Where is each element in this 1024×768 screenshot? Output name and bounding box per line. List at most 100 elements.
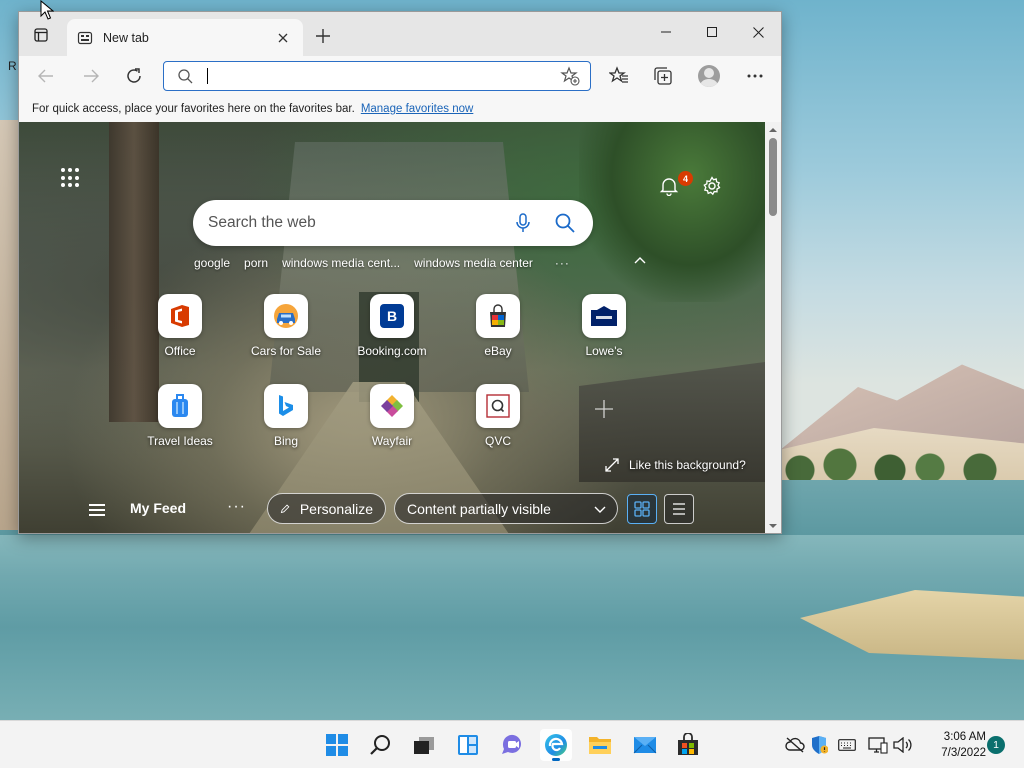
store-button[interactable] (672, 729, 704, 761)
quick-link-travel-ideas[interactable]: Travel Ideas (135, 384, 225, 448)
suggestion-item[interactable]: windows media cent... (282, 256, 400, 272)
browser-toolbar (19, 56, 781, 96)
tab-close-button[interactable] (273, 28, 293, 48)
plus-icon (595, 400, 613, 418)
teams-chat-icon (502, 734, 521, 754)
bell-icon (659, 178, 679, 197)
new-tab-page-icon (77, 31, 93, 44)
grid-view-button[interactable] (627, 494, 657, 524)
refresh-button[interactable] (119, 61, 149, 91)
new-tab-page: 4 Search the web google porn windows med… (19, 122, 765, 533)
feed-toolbar: My Feed ··· Personalize Content partiall… (19, 492, 765, 533)
task-view-button[interactable] (408, 729, 440, 761)
quick-link-label: eBay (484, 344, 512, 358)
page-settings-button[interactable] (702, 176, 722, 201)
feed-more-button[interactable]: ··· (227, 498, 246, 516)
forward-button[interactable] (76, 61, 106, 91)
quick-link-wayfair[interactable]: Wayfair (347, 384, 437, 448)
onedrive-offline-tray[interactable] (785, 735, 805, 755)
gear-icon (703, 176, 721, 196)
volume-tray[interactable] (893, 735, 913, 755)
maximize-icon (707, 27, 717, 37)
address-bar[interactable] (163, 61, 591, 91)
edge-icon (545, 734, 567, 756)
luggage-icon (158, 384, 202, 428)
quick-link-office[interactable]: Office (135, 294, 225, 358)
back-button[interactable] (31, 61, 61, 91)
notifications-button[interactable] (659, 176, 679, 201)
favorites-bar-message: For quick access, place your favorites h… (32, 103, 355, 115)
text-caret (207, 68, 208, 84)
suggestion-item[interactable]: porn (244, 256, 268, 272)
favorites-button[interactable] (604, 61, 634, 91)
collections-button[interactable] (648, 61, 678, 91)
expand-diagonal-icon (605, 458, 619, 472)
favorites-star-icon (609, 66, 628, 83)
scroll-down-icon[interactable] (769, 522, 777, 530)
profile-button[interactable] (694, 61, 724, 91)
new-tab-button[interactable] (311, 24, 335, 48)
manage-favorites-link[interactable]: Manage favorites now (361, 103, 474, 115)
start-icon (326, 734, 348, 756)
feed-menu-button[interactable] (89, 504, 105, 516)
suggestion-item[interactable]: google (194, 256, 230, 272)
edge-taskbar-button[interactable] (540, 729, 572, 761)
app-launcher-button[interactable] (61, 168, 81, 188)
close-icon (278, 33, 288, 42)
add-quick-link-button[interactable] (593, 400, 615, 422)
avatar (698, 65, 720, 87)
desktop-left-edge (0, 120, 18, 530)
tab-actions-button[interactable] (27, 24, 55, 46)
svg-text:B: B (387, 308, 397, 324)
list-view-button[interactable] (664, 494, 694, 524)
notification-center-badge[interactable]: 1 (987, 736, 1005, 754)
quick-link-cars-for-sale[interactable]: Cars for Sale (241, 294, 331, 358)
more-suggestions-button[interactable]: ··· (555, 256, 570, 272)
web-search-box[interactable]: Search the web (193, 200, 593, 246)
content-visibility-dropdown[interactable]: Content partially visible (394, 493, 618, 524)
quick-link-label: Booking.com (357, 344, 427, 358)
quick-link-booking[interactable]: B Booking.com (347, 294, 437, 358)
tab-title: New tab (103, 30, 149, 45)
tab-new-tab[interactable]: New tab (67, 19, 303, 56)
scroll-up-icon[interactable] (769, 126, 777, 134)
page-scrollbar[interactable] (765, 122, 781, 533)
search-submit-button[interactable] (551, 209, 579, 237)
close-window-button[interactable] (735, 12, 781, 52)
minimize-button[interactable] (643, 12, 689, 52)
voice-search-button[interactable] (509, 209, 537, 237)
minimize-icon (661, 31, 671, 33)
settings-more-button[interactable] (740, 61, 770, 91)
quick-link-ebay[interactable]: eBay (453, 294, 543, 358)
widgets-button[interactable] (452, 729, 484, 761)
keyboard-tray[interactable] (837, 735, 857, 755)
maximize-button[interactable] (689, 12, 735, 52)
mail-button[interactable] (629, 729, 661, 761)
grid-view-icon (634, 501, 650, 517)
scrollbar-thumb[interactable] (769, 138, 777, 216)
qvc-icon (476, 384, 520, 428)
teams-chat-button[interactable] (496, 729, 528, 761)
quick-link-qvc[interactable]: QVC (453, 384, 543, 448)
taskbar-clock[interactable]: 3:06 AM 7/3/2022 (918, 729, 986, 761)
mouse-cursor-icon (40, 0, 54, 20)
trending-searches: google porn windows media cent... window… (194, 256, 570, 272)
security-tray[interactable] (809, 735, 829, 755)
suggestion-item[interactable]: windows media center (414, 256, 533, 272)
collections-icon (654, 67, 672, 85)
personalize-button[interactable]: Personalize (267, 493, 386, 524)
taskbar-search-button[interactable] (365, 729, 397, 761)
collapse-button[interactable] (633, 254, 647, 268)
quick-link-lowes[interactable]: Lowe's (559, 294, 649, 358)
more-horizontal-icon (747, 74, 763, 78)
my-feed-label[interactable]: My Feed (130, 500, 186, 516)
shield-warning-icon (812, 736, 828, 754)
file-explorer-button[interactable] (584, 729, 616, 761)
favorites-bar: For quick access, place your favorites h… (19, 96, 781, 122)
quick-link-bing[interactable]: Bing (241, 384, 331, 448)
network-tray[interactable] (868, 735, 888, 755)
like-background-button[interactable]: Like this background? (605, 458, 746, 472)
start-button[interactable] (321, 729, 353, 761)
tab-actions-icon (34, 28, 48, 42)
add-favorite-button[interactable] (560, 66, 580, 91)
